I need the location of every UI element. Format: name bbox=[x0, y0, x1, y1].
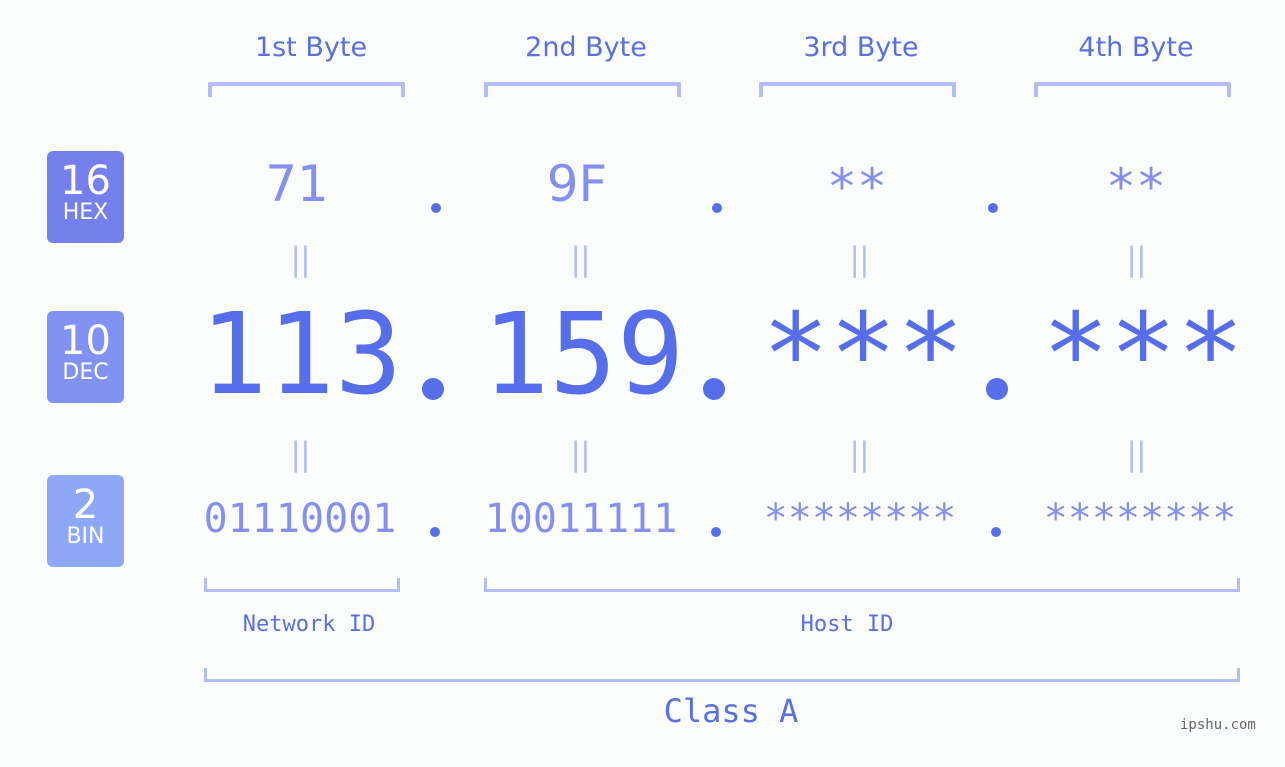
bin-byte-3: ******** bbox=[763, 496, 957, 542]
dec-label: DEC bbox=[62, 360, 109, 385]
equals-dec-bin-3: || bbox=[849, 435, 870, 473]
bin-separator-1 bbox=[430, 527, 440, 537]
bin-base: 2 bbox=[72, 482, 99, 528]
dec-byte-3: *** bbox=[762, 290, 965, 420]
hex-label: HEX bbox=[62, 200, 109, 225]
dec-byte-1: 113 bbox=[200, 290, 403, 420]
hex-separator-1 bbox=[431, 203, 441, 213]
host-id-label: Host ID bbox=[800, 612, 894, 637]
watermark: ipshu.com bbox=[1180, 717, 1256, 733]
network-id-label: Network ID bbox=[242, 612, 376, 637]
equals-dec-bin-2: || bbox=[570, 435, 591, 473]
hex-byte-4: ** bbox=[1105, 158, 1167, 216]
hex-base: 16 bbox=[60, 158, 111, 204]
hex-byte-1: 71 bbox=[265, 155, 329, 213]
dec-byte-4: *** bbox=[1042, 290, 1245, 420]
class-bracket bbox=[204, 668, 1240, 682]
equals-hex-dec-1: || bbox=[290, 240, 311, 278]
equals-dec-bin-1: || bbox=[290, 435, 311, 473]
hex-byte-2: 9F bbox=[546, 155, 608, 213]
bin-byte-2: 10011111 bbox=[484, 496, 678, 542]
hex-byte-3: ** bbox=[826, 158, 888, 216]
dec-separator-1 bbox=[422, 378, 444, 400]
dec-base: 10 bbox=[60, 318, 111, 364]
equals-hex-dec-2: || bbox=[570, 240, 591, 278]
bin-separator-3 bbox=[991, 527, 1001, 537]
host-id-bracket bbox=[484, 578, 1240, 592]
dec-separator-2 bbox=[703, 378, 725, 400]
bin-badge: 2 BIN bbox=[47, 475, 124, 567]
equals-hex-dec-4: || bbox=[1126, 240, 1147, 278]
bracket-byte-3 bbox=[759, 82, 956, 97]
network-id-bracket bbox=[204, 578, 400, 592]
hex-badge: 16 HEX bbox=[47, 151, 124, 243]
header-byte-3: 3rd Byte bbox=[803, 32, 919, 63]
equals-hex-dec-3: || bbox=[849, 240, 870, 278]
dec-separator-3 bbox=[986, 378, 1008, 400]
bin-byte-4: ******** bbox=[1043, 496, 1237, 542]
class-label: Class A bbox=[663, 692, 799, 730]
header-byte-4: 4th Byte bbox=[1078, 32, 1194, 63]
bracket-byte-1 bbox=[208, 82, 405, 97]
header-byte-1: 1st Byte bbox=[254, 32, 368, 63]
hex-separator-3 bbox=[988, 203, 998, 213]
equals-dec-bin-4: || bbox=[1126, 435, 1147, 473]
header-byte-2: 2nd Byte bbox=[525, 32, 647, 63]
dec-byte-2: 159 bbox=[482, 290, 685, 420]
bin-separator-2 bbox=[711, 527, 721, 537]
bin-label: BIN bbox=[66, 524, 105, 549]
bracket-byte-2 bbox=[484, 82, 681, 97]
bracket-byte-4 bbox=[1034, 82, 1231, 97]
hex-separator-2 bbox=[712, 203, 722, 213]
dec-badge: 10 DEC bbox=[47, 311, 124, 403]
bin-byte-1: 01110001 bbox=[203, 496, 397, 542]
